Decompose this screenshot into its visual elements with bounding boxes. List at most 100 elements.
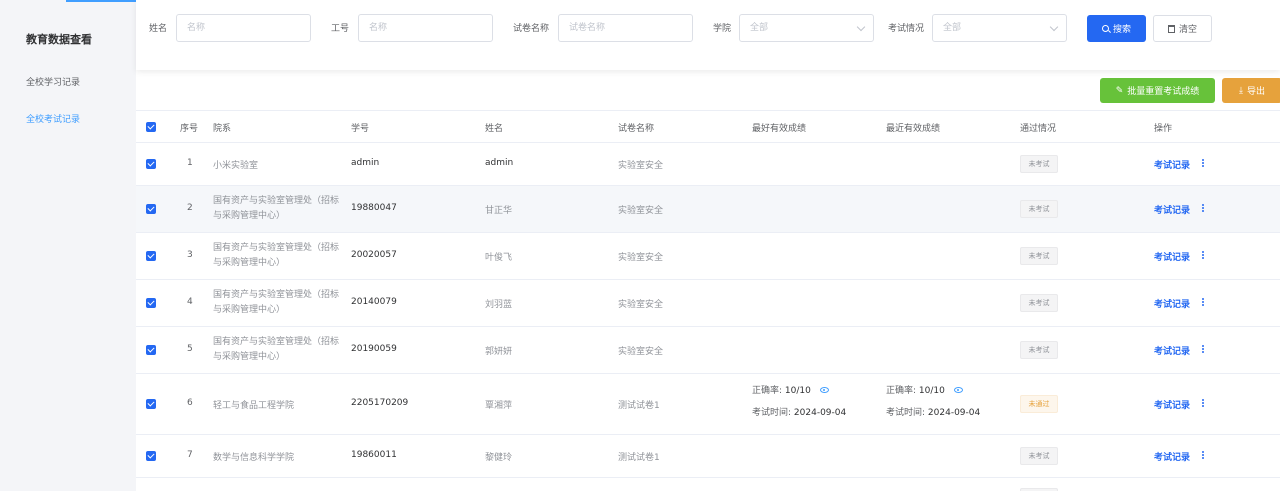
select-all-checkbox[interactable] <box>146 122 156 132</box>
row-index: 3 <box>187 250 193 260</box>
exam-records-link[interactable]: 考试记录 <box>1154 344 1190 357</box>
row-dept: 小米实验室 <box>213 161 259 171</box>
row-index: 2 <box>187 203 193 213</box>
paper-filter-input[interactable]: 试卷名称 <box>558 14 693 42</box>
trash-icon <box>1167 24 1175 33</box>
row-checkbox[interactable] <box>146 345 156 355</box>
row-dept: 国有资产与实验室管理处（招标与采购管理中心） <box>213 243 340 268</box>
row-name: admin <box>485 158 514 168</box>
recent-score-time: 考试时间: 2024-09-04 <box>886 405 980 418</box>
row-checkbox[interactable] <box>146 159 156 169</box>
row-paper: 实验室安全 <box>618 206 664 216</box>
row-dept: 数学与信息科学学院 <box>213 453 295 463</box>
accuracy-label: 正确率: <box>886 386 917 396</box>
th-student-id: 学号 <box>351 124 370 134</box>
status-badge: 未通过 <box>1020 395 1058 413</box>
row-student-id: 19880047 <box>351 203 397 213</box>
sidebar: 教育数据查看 全校学习记录 全校考试记录 <box>0 0 162 491</box>
sidebar-item-study-records[interactable]: 全校学习记录 <box>26 75 80 88</box>
accuracy-label: 正确率: <box>752 386 783 396</box>
emp-id-filter-input[interactable]: 名称 <box>358 14 493 42</box>
more-vertical-icon[interactable] <box>1201 450 1205 462</box>
edit-icon: ✎ <box>1115 85 1124 96</box>
row-checkbox[interactable] <box>146 399 156 409</box>
search-icon <box>1101 25 1109 32</box>
th-status: 通过情况 <box>1020 124 1057 134</box>
more-vertical-icon[interactable] <box>1201 344 1205 356</box>
college-select[interactable]: 全部 <box>739 14 874 42</box>
download-icon: ⤓ <box>1239 85 1243 96</box>
export-button[interactable]: ⤓ 导出 <box>1222 78 1280 103</box>
exam-records-link[interactable]: 考试记录 <box>1154 297 1190 310</box>
exam-status-select[interactable]: 全部 <box>932 14 1067 42</box>
search-button[interactable]: 搜索 <box>1087 15 1146 42</box>
exam-records-link[interactable]: 考试记录 <box>1154 203 1190 216</box>
name-filter-label: 姓名 <box>149 24 168 34</box>
eye-icon[interactable] <box>953 387 963 393</box>
row-checkbox[interactable] <box>146 204 156 214</box>
more-vertical-icon[interactable] <box>1201 297 1205 309</box>
sidebar-title: 教育数据查看 <box>26 33 92 46</box>
th-index: 序号 <box>180 124 199 134</box>
more-vertical-icon[interactable] <box>1201 158 1205 170</box>
status-badge: 未考试 <box>1020 247 1058 265</box>
more-vertical-icon[interactable] <box>1201 250 1205 262</box>
row-checkbox[interactable] <box>146 451 156 461</box>
eye-icon[interactable] <box>819 387 829 393</box>
college-filter-label: 学院 <box>713 24 732 34</box>
exam-time-value: 2024-09-04 <box>927 408 981 418</box>
row-index: 7 <box>187 450 193 460</box>
table-row: 3 国有资产与实验室管理处（招标与采购管理中心） 20020057 叶俊飞 实验… <box>136 233 1280 280</box>
row-checkbox[interactable] <box>146 251 156 261</box>
college-select-value: 全部 <box>750 23 769 33</box>
row-name: 黎健玲 <box>485 453 513 463</box>
row-index: 5 <box>187 344 193 354</box>
exam-time-label: 考试时间: <box>886 408 926 418</box>
more-vertical-icon[interactable] <box>1201 203 1205 215</box>
emp-id-filter-label: 工号 <box>331 24 350 34</box>
row-name: 覃湘萍 <box>485 401 513 411</box>
row-student-id: 19860011 <box>351 450 397 460</box>
row-checkbox[interactable] <box>146 298 156 308</box>
row-name: 郭妍妍 <box>485 347 513 357</box>
row-index: 6 <box>187 398 193 408</box>
sidebar-item-exam-records[interactable]: 全校考试记录 <box>26 112 80 125</box>
clear-button[interactable]: 清空 <box>1153 15 1212 42</box>
main-panel: 姓名 名称 工号 名称 试卷名称 试卷名称 学院 全部 考试情况 全部 搜索 清… <box>136 0 1280 491</box>
exam-records-link[interactable]: 考试记录 <box>1154 450 1190 463</box>
accuracy-value: 10/10 <box>784 386 811 396</box>
status-badge: 未考试 <box>1020 294 1058 312</box>
row-paper: 实验室安全 <box>618 253 664 263</box>
best-score-time: 考试时间: 2024-09-04 <box>752 405 846 418</box>
row-student-id: 20020057 <box>351 250 397 260</box>
recent-score-accuracy: 正确率: 10/10 <box>886 383 963 396</box>
table-row: 5 国有资产与实验室管理处（招标与采购管理中心） 20190059 郭妍妍 实验… <box>136 327 1280 374</box>
status-badge: 未考试 <box>1020 341 1058 359</box>
row-student-id: 20140079 <box>351 297 397 307</box>
row-paper: 测试试卷1 <box>618 401 660 411</box>
exam-time-label: 考试时间: <box>752 408 792 418</box>
row-index: 4 <box>187 297 193 307</box>
row-dept: 国有资产与实验室管理处（招标与采购管理中心） <box>213 196 340 221</box>
exam-records-link[interactable]: 考试记录 <box>1154 398 1190 411</box>
export-label: 导出 <box>1246 87 1265 97</box>
chevron-down-icon <box>1049 22 1059 32</box>
name-filter-input[interactable]: 名称 <box>176 14 311 42</box>
table-row: 2 国有资产与实验室管理处（招标与采购管理中心） 19880047 甘正华 实验… <box>136 186 1280 233</box>
table-row: 1 小米实验室 admin admin 实验室安全 未考试 考试记录 <box>136 143 1280 186</box>
row-name: 叶俊飞 <box>485 253 513 263</box>
exam-records-link[interactable]: 考试记录 <box>1154 250 1190 263</box>
accuracy-value: 10/10 <box>918 386 945 396</box>
clear-button-label: 清空 <box>1178 25 1197 35</box>
batch-reset-button[interactable]: ✎ 批量重置考试成绩 <box>1100 78 1215 103</box>
row-name: 甘正华 <box>485 206 513 216</box>
row-paper: 测试试卷1 <box>618 453 660 463</box>
exam-records-link[interactable]: 考试记录 <box>1154 158 1190 171</box>
more-vertical-icon[interactable] <box>1201 398 1205 410</box>
filter-bar: 姓名 名称 工号 名称 试卷名称 试卷名称 学院 全部 考试情况 全部 搜索 清… <box>136 0 1280 70</box>
th-ops: 操作 <box>1154 124 1173 134</box>
table-row: 7 数学与信息科学学院 19860011 黎健玲 测试试卷1 未考试 考试记录 <box>136 435 1280 478</box>
status-badge: 未考试 <box>1020 200 1058 218</box>
table-row <box>136 478 1280 491</box>
row-student-id: 20190059 <box>351 344 397 354</box>
